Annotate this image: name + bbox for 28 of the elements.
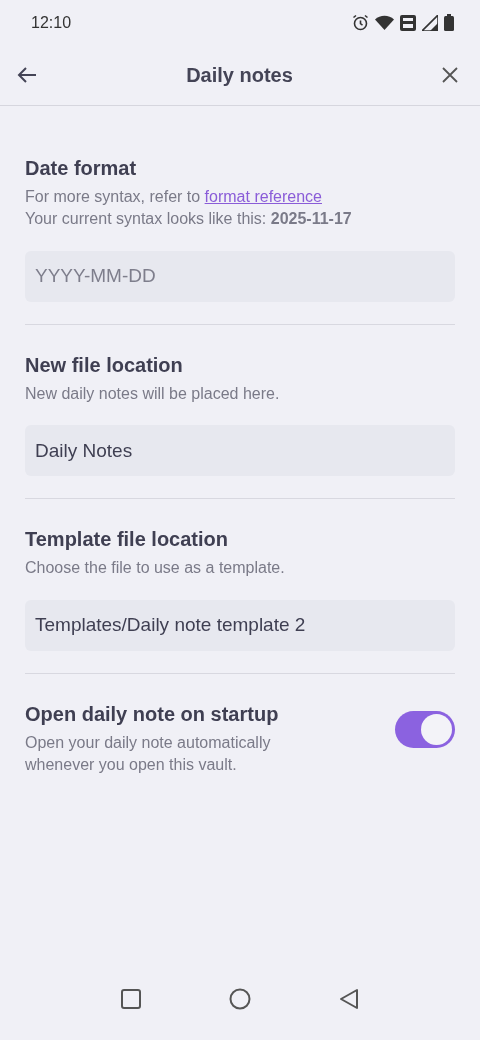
setting-description: Your current syntax looks like this: 2025-11-17: [25, 209, 353, 230]
wifi-icon: [375, 15, 394, 30]
home-button[interactable]: [229, 988, 251, 1010]
volte-icon: [400, 14, 416, 31]
setting-title: New file location: [25, 352, 184, 377]
alarm-icon: [352, 14, 369, 31]
recents-button[interactable]: [121, 989, 141, 1009]
setting-description: New daily notes will be placed here.: [25, 383, 281, 404]
page-title: Daily notes: [186, 63, 293, 87]
close-icon: [442, 67, 458, 83]
setting-title: Template file location: [25, 527, 229, 552]
close-button[interactable]: [442, 67, 458, 83]
toggle-switch[interactable]: [395, 710, 455, 748]
text-field[interactable]: Templates/Daily note template 2: [25, 599, 455, 651]
setting-description: For more syntax, refer to format reference: [25, 187, 323, 207]
setting-title: Date format: [25, 156, 138, 180]
back-nav-button[interactable]: [339, 988, 359, 1010]
text-field[interactable]: YYYY-MM-DD: [25, 250, 455, 302]
setting-description: Choose the file to use as a template.: [25, 558, 286, 579]
format-reference-link[interactable]: format reference: [204, 188, 322, 205]
setting-title: Open daily note on startup: [25, 701, 280, 726]
signal-icon: [422, 14, 438, 31]
back-arrow-icon: [17, 67, 37, 83]
text-field[interactable]: Daily Notes: [25, 425, 455, 477]
back-button[interactable]: [17, 67, 37, 83]
setting-description: Open your daily note automatically whenever you open this vault.: [25, 732, 272, 775]
battery-icon: [444, 14, 454, 31]
status-time: 12:10: [31, 12, 72, 33]
